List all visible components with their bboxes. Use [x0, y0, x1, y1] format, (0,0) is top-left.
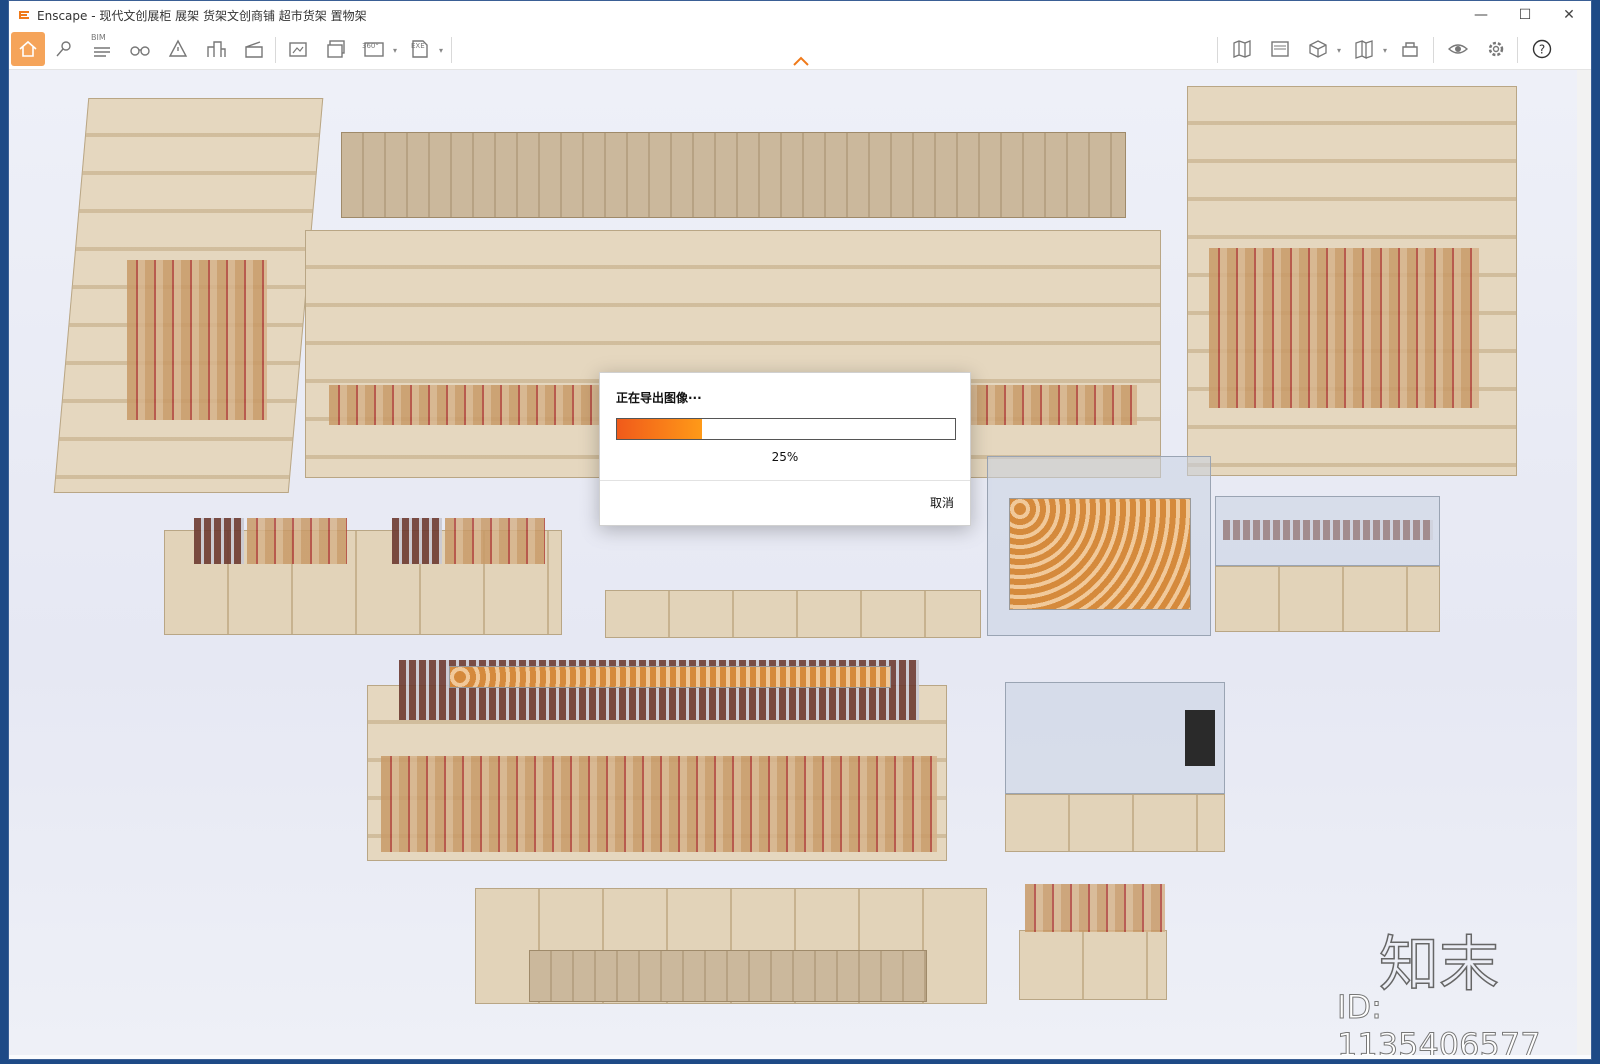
checkout-base [1005, 794, 1225, 852]
wall-board-top [341, 132, 1126, 218]
warning-button[interactable] [161, 32, 195, 66]
island-bread [449, 666, 891, 688]
toolbar-separator [275, 37, 276, 63]
dialog-title: 正在导出图像··· [616, 391, 702, 405]
bags-mid [445, 518, 545, 564]
visual-settings-icon [1448, 44, 1468, 54]
toolbar-separator [1517, 37, 1518, 63]
progress-bar [616, 418, 956, 440]
bim-icon [94, 47, 110, 57]
cash-register [1185, 710, 1215, 766]
asset-library-button[interactable] [1393, 32, 1427, 66]
book-icon [1355, 40, 1373, 59]
minimize-button[interactable]: — [1459, 1, 1503, 29]
maximize-button[interactable]: ☐ [1503, 1, 1547, 29]
panorama-button[interactable]: 360° ▾ [357, 32, 397, 66]
clapper-button[interactable] [237, 32, 271, 66]
help-icon: ? [1532, 39, 1552, 59]
jars-left [194, 518, 244, 564]
asset-library-icon [1402, 42, 1418, 57]
toolbar-separator [451, 37, 452, 63]
export-exe-icon [412, 40, 428, 58]
batch-render-icon [327, 40, 345, 58]
enscape-logo-icon [19, 11, 29, 19]
center-low-base [605, 590, 981, 638]
dialog-divider [600, 480, 970, 481]
bags-left [247, 518, 347, 564]
settings-button[interactable] [1479, 32, 1513, 66]
chevron-down-icon: ▾ [1336, 46, 1341, 55]
progress-fill [617, 419, 702, 439]
map-button[interactable] [1225, 32, 1259, 66]
vertical-scrollbar[interactable] [1577, 70, 1591, 1055]
buildings-icon [207, 41, 226, 57]
export-progress-dialog: 正在导出图像··· 25% 取消 [599, 372, 971, 526]
panorama-icon [364, 42, 384, 57]
home-icon [19, 40, 37, 57]
fridge-base [1215, 566, 1440, 632]
bim-button[interactable]: BIM [85, 32, 119, 66]
window-title: Enscape - 现代文创展柜 展架 货架文创商铺 超市货架 置物架 [37, 9, 367, 23]
bread-trays [1009, 498, 1191, 610]
enscape-window: Enscape - 现代文创展柜 展架 货架文创商铺 超市货架 置物架 — ☐ … [8, 0, 1592, 1060]
binoculars-button[interactable] [123, 32, 157, 66]
warning-icon [168, 39, 188, 57]
image-gallery-button[interactable] [1263, 32, 1297, 66]
watermark-id: ID: 1135406577 [1337, 988, 1542, 1056]
svg-text:?: ? [1539, 43, 1545, 57]
screenshot-button[interactable] [281, 32, 315, 66]
progress-percent: 25% [771, 450, 799, 464]
visual-settings-button[interactable] [1441, 32, 1475, 66]
jars-mid [392, 518, 442, 564]
pin-icon [56, 41, 71, 57]
island-goods [381, 756, 937, 852]
chevron-down-icon: ▾ [392, 46, 397, 55]
image-gallery-icon [1271, 41, 1289, 57]
batch-render-button[interactable] [319, 32, 353, 66]
cube-button[interactable]: ▾ [1301, 32, 1341, 66]
chevron-down-icon: ▾ [1382, 46, 1387, 55]
cabinet-goods-right [1209, 248, 1479, 408]
render-viewport[interactable]: 知末 ID: 1135406577 [9, 70, 1577, 1055]
clapper-icon [245, 41, 263, 58]
map-icon [1233, 40, 1251, 58]
cabinet-goods-left [127, 260, 267, 420]
small-counter-goods [1025, 884, 1165, 932]
home-button[interactable] [11, 32, 45, 66]
title-bar: Enscape - 现代文创展柜 展架 货架文创商铺 超市货架 置物架 — ☐ … [9, 1, 1591, 29]
toolbar-separator [1433, 37, 1434, 63]
fridge-items [1223, 520, 1433, 540]
cancel-button[interactable]: 取消 [894, 491, 954, 515]
screenshot-icon [289, 42, 307, 57]
chevron-down-icon: ▾ [438, 46, 443, 55]
book-button[interactable]: ▾ [1347, 32, 1387, 66]
help-button[interactable]: ? [1525, 32, 1559, 66]
export-exe-button[interactable]: EXE ▾ [403, 32, 443, 66]
small-counter [1019, 930, 1167, 1000]
bottom-counter-board [529, 950, 927, 1002]
binoculars-icon [130, 46, 150, 56]
collapse-toolbar-icon[interactable] [792, 55, 810, 67]
buildings-button[interactable] [199, 32, 233, 66]
pin-button[interactable] [47, 32, 81, 66]
cube-icon [1309, 40, 1327, 58]
toolbar-separator [1217, 37, 1218, 63]
close-button[interactable]: ✕ [1547, 1, 1591, 29]
settings-icon [1488, 41, 1504, 57]
